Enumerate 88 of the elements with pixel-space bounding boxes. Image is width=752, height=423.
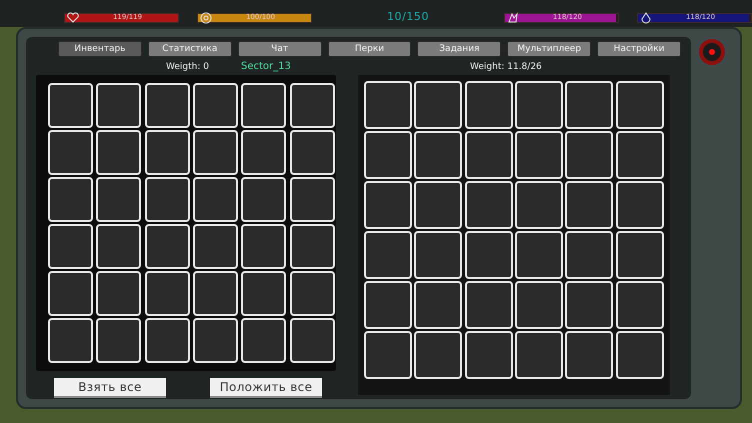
tab[interactable]: Статистика bbox=[148, 41, 232, 57]
inventory-slot[interactable] bbox=[48, 224, 93, 269]
water-icon bbox=[640, 12, 652, 24]
inventory-slot[interactable] bbox=[414, 281, 462, 329]
inventory-slot[interactable] bbox=[241, 224, 286, 269]
inventory-slot[interactable] bbox=[48, 177, 93, 222]
inventory-slot[interactable] bbox=[241, 318, 286, 363]
inventory-slot[interactable] bbox=[192, 224, 238, 269]
inventory-slot[interactable] bbox=[192, 83, 238, 128]
inventory-slot[interactable] bbox=[514, 231, 563, 279]
inventory-slot[interactable] bbox=[144, 83, 190, 128]
tab[interactable]: Перки bbox=[328, 41, 412, 57]
inventory-slot[interactable] bbox=[464, 81, 513, 129]
ammo-counter: 10/150 bbox=[386, 9, 430, 26]
inventory-slot[interactable] bbox=[96, 177, 142, 222]
inventory-slot[interactable] bbox=[364, 181, 412, 229]
weight-label: Weight: 11.8/26 bbox=[470, 62, 542, 72]
inventory-slot[interactable] bbox=[290, 271, 335, 316]
inventory-slot[interactable] bbox=[464, 181, 513, 229]
inventory-slot[interactable] bbox=[616, 181, 664, 229]
inventory-slot[interactable] bbox=[290, 83, 335, 128]
inventory-slot[interactable] bbox=[414, 231, 462, 279]
tab[interactable]: Мультиплеер bbox=[507, 41, 592, 57]
inventory-slot[interactable] bbox=[241, 83, 286, 128]
tab[interactable]: Чат bbox=[238, 41, 322, 57]
inventory-slot[interactable] bbox=[364, 231, 412, 279]
location-label: Sector_13 bbox=[240, 62, 291, 72]
inventory-slot[interactable] bbox=[414, 81, 462, 129]
inventory-slot[interactable] bbox=[290, 318, 335, 363]
inventory-slot[interactable] bbox=[96, 271, 142, 316]
inventory-slot[interactable] bbox=[464, 231, 513, 279]
inventory-slot[interactable] bbox=[96, 83, 142, 128]
inventory-slot[interactable] bbox=[414, 181, 462, 229]
inventory-slot[interactable] bbox=[616, 281, 664, 329]
inventory-slot[interactable] bbox=[565, 231, 614, 279]
inventory-slot[interactable] bbox=[290, 177, 335, 222]
inventory-slot[interactable] bbox=[616, 331, 664, 379]
inventory-slot[interactable] bbox=[96, 224, 142, 269]
inventory-slot[interactable] bbox=[565, 281, 614, 329]
inventory-slot[interactable] bbox=[464, 131, 513, 179]
inventory-slot[interactable] bbox=[414, 131, 462, 179]
inventory-slot[interactable] bbox=[290, 224, 335, 269]
inventory-slot[interactable] bbox=[144, 318, 190, 363]
inventory-slot[interactable] bbox=[241, 130, 286, 175]
inventory-slot[interactable] bbox=[616, 81, 664, 129]
inventory-slot[interactable] bbox=[241, 271, 286, 316]
inventory-slot[interactable] bbox=[514, 181, 563, 229]
inventory-slot[interactable] bbox=[192, 271, 238, 316]
inventory-slot[interactable] bbox=[364, 131, 412, 179]
inventory-slot[interactable] bbox=[48, 271, 93, 316]
inventory-slot[interactable] bbox=[364, 331, 412, 379]
inventory-slot[interactable] bbox=[192, 318, 238, 363]
inventory-slot[interactable] bbox=[364, 81, 412, 129]
inventory-slot[interactable] bbox=[514, 281, 563, 329]
inventory-slot[interactable] bbox=[96, 318, 142, 363]
inventory-slot[interactable] bbox=[192, 130, 238, 175]
inventory-slot[interactable] bbox=[96, 130, 142, 175]
inventory-slot[interactable] bbox=[414, 331, 462, 379]
inventory-slot[interactable] bbox=[616, 131, 664, 179]
action-button[interactable]: Положить все bbox=[210, 378, 322, 398]
inventory-slot[interactable] bbox=[464, 281, 513, 329]
inventory-slot[interactable] bbox=[565, 81, 614, 129]
inventory-slot[interactable] bbox=[48, 130, 93, 175]
inventory-slot[interactable] bbox=[144, 177, 190, 222]
inventory-slot[interactable] bbox=[616, 231, 664, 279]
inventory-slot[interactable] bbox=[565, 181, 614, 229]
inventory-slot[interactable] bbox=[364, 281, 412, 329]
inventory-slot[interactable] bbox=[192, 177, 238, 222]
tab[interactable]: Инвентарь bbox=[58, 41, 142, 57]
inventory-slot[interactable] bbox=[565, 331, 614, 379]
inventory-slot[interactable] bbox=[290, 130, 335, 175]
inventory-slot[interactable] bbox=[514, 81, 563, 129]
inventory-slot[interactable] bbox=[48, 83, 93, 128]
inventory-slot[interactable] bbox=[144, 224, 190, 269]
tab[interactable]: Настройки bbox=[597, 41, 682, 57]
close-button[interactable] bbox=[698, 39, 724, 65]
inventory-slot[interactable] bbox=[48, 318, 93, 363]
inventory-slot[interactable] bbox=[144, 130, 190, 175]
tab[interactable]: Задания bbox=[417, 41, 502, 57]
inventory-slot[interactable] bbox=[565, 131, 614, 179]
inventory-slot[interactable] bbox=[514, 331, 563, 379]
weight-label: Weigth: 0 bbox=[166, 62, 209, 72]
inventory-slot[interactable] bbox=[144, 271, 190, 316]
inventory-slot[interactable] bbox=[464, 331, 513, 379]
inventory-slot[interactable] bbox=[514, 131, 563, 179]
inventory-slot[interactable] bbox=[241, 177, 286, 222]
health-icon bbox=[67, 12, 79, 24]
action-button[interactable]: Взять все bbox=[54, 378, 166, 398]
